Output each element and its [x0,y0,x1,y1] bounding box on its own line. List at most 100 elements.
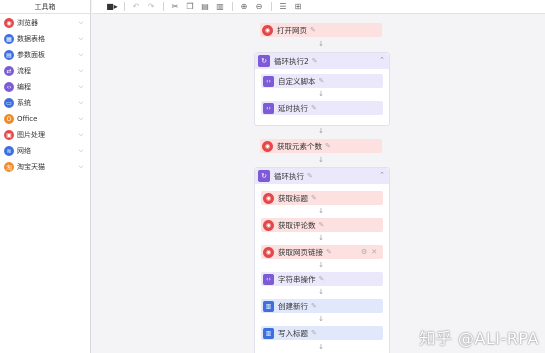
edit-icon[interactable]: ✎ [307,172,313,180]
record-icon[interactable]: ■▸ [106,1,118,13]
edit-icon[interactable]: ✎ [311,302,317,310]
table-icon: ▥ [263,300,274,312]
code-icon: ‹› [4,82,14,92]
cut-icon[interactable]: ✂ [169,1,181,13]
loop-title: 循环执行2 [274,56,309,66]
node-string-op[interactable]: ‹› 字符串操作 ✎ [261,272,383,286]
edit-icon[interactable]: ✎ [326,248,332,256]
toolbox-item-label: 参数面板 [17,51,45,59]
node-label: 获取元素个数 [277,141,322,151]
browser-icon: ◉ [263,192,274,204]
chevron-down-icon[interactable]: ⌵ [76,83,86,91]
editor-toolbar: ■▸ ↶ ↷ ✂ ❐ ▤ ▥ ⊕ ⊖ ☰ ⊞ [92,0,545,14]
toolbox-item-label: 编程 [17,83,31,91]
zoom-out-icon[interactable]: ⊖ [253,1,265,13]
arrow-down-icon: ↓ [318,90,324,98]
flow-canvas[interactable]: ◉ 打开网页 ✎ ↓ ↻ 循环执行2 ✎ ⌃ ‹› 自定义脚本 ✎ ↓ ‹› 延… [92,15,545,353]
node-label: 创建新行 [278,301,308,311]
arrow-down-icon: ↓ [318,288,324,296]
code-icon: ‹› [263,102,274,114]
redo-icon[interactable]: ↷ [145,1,157,13]
loop-header[interactable]: ↻ 循环执行2 ✎ ⌃ [255,53,389,69]
node-get-title[interactable]: ◉ 获取标题 ✎ [261,191,383,205]
chevron-up-icon[interactable]: ⌃ [379,56,385,64]
toolbox-item-label: Office [17,115,38,123]
browser-icon: ◉ [262,24,273,36]
chevron-down-icon[interactable]: ⌵ [76,51,86,59]
edit-icon[interactable]: ✎ [325,142,331,150]
toolbar-divider [163,2,164,11]
flow-icon: ⇄ [4,66,14,76]
node-label: 获取网页链接 [278,247,323,257]
toolbox-item-programming[interactable]: ‹› 编程 ⌵ [0,80,90,94]
chevron-down-icon[interactable]: ⌵ [76,131,86,139]
node-get-comments[interactable]: ◉ 获取评论数 ✎ [261,218,383,232]
loop-header[interactable]: ↻ 循环执行 ✎ ⌃ [255,168,389,184]
settings-icon[interactable]: ⚙ [361,248,367,256]
edit-icon[interactable]: ✎ [319,221,325,229]
image-icon: ▣ [4,130,14,140]
chevron-down-icon[interactable]: ⌵ [76,163,86,171]
layout-icon[interactable]: ⊞ [292,1,304,13]
node-custom-script[interactable]: ‹› 自定义脚本 ✎ [261,74,383,88]
toolbox-item-taobao[interactable]: 淘 淘宝天猫 ⌵ [0,160,90,174]
node-open-page[interactable]: ◉ 打开网页 ✎ [260,23,382,37]
node-delay[interactable]: ‹› 延时执行 ✎ [261,101,383,115]
edit-icon[interactable]: ✎ [311,329,317,337]
align-icon[interactable]: ☰ [277,1,289,13]
chevron-down-icon[interactable]: ⌵ [76,35,86,43]
toolbox-item-label: 系统 [17,99,31,107]
node-write-title[interactable]: ▥ 写入标题 ✎ [261,326,383,340]
edit-icon[interactable]: ✎ [319,77,325,85]
toolbox-panel: 工具箱 ◉ 浏览器 ⌵ ▦ 数据表格 ⌵ ▤ 参数面板 ⌵ ⇄ 流程 ⌵ ‹› … [0,0,91,353]
edit-icon[interactable]: ✎ [311,194,317,202]
node-actions: ⚙ ✕ [361,248,377,256]
edit-icon[interactable]: ✎ [311,104,317,112]
paste-icon[interactable]: ▤ [199,1,211,13]
taobao-icon: 淘 [4,162,14,172]
loop-title: 循环执行 [274,171,304,181]
watermark: 知乎 @ALI-RPA [419,329,539,348]
undo-icon[interactable]: ↶ [130,1,142,13]
toolbox-item-network[interactable]: ≋ 网络 ⌵ [0,144,90,158]
zoom-in-icon[interactable]: ⊕ [238,1,250,13]
toolbox-item-label: 淘宝天猫 [17,163,45,171]
toolbox-item-office[interactable]: O Office ⌵ [0,112,90,126]
toolbox-item-label: 网络 [17,147,31,155]
chevron-down-icon[interactable]: ⌵ [76,19,86,27]
arrow-down-icon: ↓ [318,234,324,242]
toolbar-divider [232,2,233,11]
arrow-down-icon: ↓ [318,127,324,135]
browser-icon: ◉ [262,140,273,152]
node-label: 写入标题 [278,328,308,338]
loop-block-2[interactable]: ↻ 循环执行 ✎ ⌃ ◉ 获取标题 ✎ ↓ ◉ 获取评论数 ✎ ↓ ◉ 获取网页… [254,167,390,353]
edit-icon[interactable]: ✎ [319,275,325,283]
toolbox-item-label: 流程 [17,67,31,75]
toolbox-item-system[interactable]: ▭ 系统 ⌵ [0,96,90,110]
node-new-row[interactable]: ▥ 创建新行 ✎ [261,299,383,313]
office-icon: O [4,114,14,124]
delete-icon[interactable]: ▥ [214,1,226,13]
toolbar-divider [124,2,125,11]
toolbox-item-browser[interactable]: ◉ 浏览器 ⌵ [0,16,90,30]
copy-icon[interactable]: ❐ [184,1,196,13]
chevron-down-icon[interactable]: ⌵ [76,99,86,107]
chevron-down-icon[interactable]: ⌵ [76,147,86,155]
toolbox-item-params[interactable]: ▤ 参数面板 ⌵ [0,48,90,62]
toolbox-item-data-table[interactable]: ▦ 数据表格 ⌵ [0,32,90,46]
loop-icon: ↻ [258,55,270,67]
toolbox-title: 工具箱 [0,0,90,14]
loop-block-1[interactable]: ↻ 循环执行2 ✎ ⌃ ‹› 自定义脚本 ✎ ↓ ‹› 延时执行 ✎ [254,52,390,126]
edit-icon[interactable]: ✎ [310,26,316,34]
chevron-up-icon[interactable]: ⌃ [379,171,385,179]
code-icon: ‹› [263,273,274,285]
table-icon: ▦ [4,34,14,44]
chevron-down-icon[interactable]: ⌵ [76,115,86,123]
toolbox-item-image[interactable]: ▣ 图片处理 ⌵ [0,128,90,142]
close-icon[interactable]: ✕ [371,248,377,256]
browser-icon: ◉ [263,219,274,231]
node-get-count[interactable]: ◉ 获取元素个数 ✎ [260,139,382,153]
chevron-down-icon[interactable]: ⌵ [76,67,86,75]
toolbox-item-flow[interactable]: ⇄ 流程 ⌵ [0,64,90,78]
edit-icon[interactable]: ✎ [312,57,318,65]
